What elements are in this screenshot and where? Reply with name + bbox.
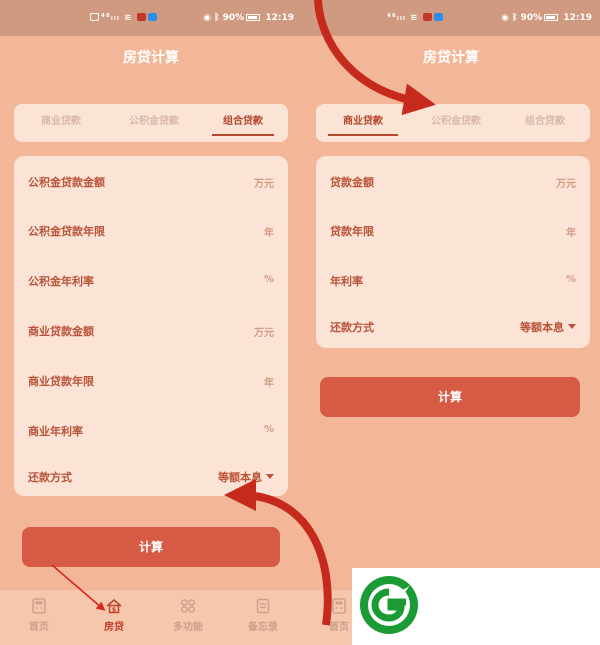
nav-label: 首页 [29,622,49,633]
tab-combined-loan[interactable]: 组合贷款 [510,104,580,142]
nav-item-home[interactable]: 首页 [14,598,64,633]
notes-icon [256,598,270,614]
sim-icon [90,13,99,21]
form-row-commercial-rate[interactable]: 商业年利率 % [14,410,288,450]
calculate-button[interactable]: 计算 [22,527,280,567]
tab-commercial-loan[interactable]: 商业贷款 [22,104,100,142]
form-row-repayment-method[interactable]: 还款方式 等额本息 [14,456,288,496]
svg-text:$: $ [112,607,116,614]
field-unit: 年 [566,228,576,239]
loan-form: 贷款金额 万元 贷款年限 年 年利率 % 还款方式 等额本息 [316,156,590,348]
field-unit: 年 [264,228,274,239]
form-row-repayment-method[interactable]: 还款方式 等额本息 [316,306,590,346]
field-unit: % [263,274,274,285]
status-icons-right: ◉ ᛒ 90% 12:19 [501,13,592,23]
calculator-icon [32,598,46,614]
wifi-icon: ≋ [123,13,133,23]
field-label: 还款方式 [28,471,72,484]
field-label: 贷款金额 [330,176,374,189]
battery-percent: 90% [520,13,543,23]
nav-item-multifunction[interactable]: 多功能 [163,598,213,633]
bluetooth-icon: ᛒ [512,13,518,23]
tab-combined-loan[interactable]: 组合贷款 [208,104,278,142]
status-icons-left: ⁴⁶ᵢₗₗ ≋ [387,13,445,23]
grid-icon [181,599,195,613]
field-label: 商业年利率 [28,425,83,438]
nav-item-mortgage[interactable]: $ 房贷 [89,598,139,633]
field-unit: 年 [264,378,274,389]
chevron-down-icon [266,474,274,479]
house-icon: $ [106,598,122,614]
form-row-fund-rate[interactable]: 公积金年利率 % [14,260,288,300]
watermark-area [352,568,600,645]
repayment-method-select[interactable]: 等额本息 [520,319,576,335]
status-icons-left: ⁴⁶ᵢₗₗ ≋ [90,13,159,23]
chevron-down-icon [568,324,576,329]
form-row-fund-years[interactable]: 公积金贷款年限 年 [14,210,288,250]
nav-label: 多功能 [173,622,203,633]
form-row-commercial-years[interactable]: 商业贷款年限 年 [14,360,288,400]
signal-text: ⁴⁶ᵢₗₗ [101,13,120,23]
select-value: 等额本息 [218,471,262,484]
loan-type-tabs: 商业贷款 公积金贷款 组合贷款 [14,104,288,142]
app-notification-icon [422,13,432,21]
field-unit: % [565,274,576,285]
clock: 12:19 [265,13,294,23]
nav-label: 首页 [329,622,349,633]
nav-item-memo[interactable]: 备忘录 [238,598,288,633]
app-notification-icon [147,13,157,21]
bluetooth-icon: ᛒ [214,13,220,23]
signal-text: ⁴⁶ᵢₗₗ [387,13,406,23]
field-unit: % [263,424,274,435]
nav-label: 备忘录 [248,622,278,633]
field-label: 商业贷款年限 [28,375,94,388]
tab-commercial-loan[interactable]: 商业贷款 [324,104,402,142]
field-unit: 万元 [556,179,576,190]
status-bar: ⁴⁶ᵢₗₗ ≋ ◉ ᛒ 90% 12:19 [302,0,600,36]
calculate-button[interactable]: 计算 [320,377,580,417]
left-phone-screen: ⁴⁶ᵢₗₗ ≋ ◉ ᛒ 90% 12:19 房贷计算 商业贷款 公积金贷款 组合… [0,0,302,645]
bottom-nav: 首页 $ 房贷 多功能 备忘录 [0,590,302,645]
battery-icon [246,14,261,21]
wifi-icon: ≋ [409,13,419,23]
eye-icon: ◉ [203,13,211,23]
clock: 12:19 [563,13,592,23]
field-unit: 万元 [254,179,274,190]
page-title: 房贷计算 [123,50,179,66]
status-icons-right: ◉ ᛒ 90% 12:19 [203,13,294,23]
app-notification-icon [136,13,146,21]
form-row-fund-amount[interactable]: 公积金贷款金额 万元 [14,161,288,201]
green-logo-icon [360,576,418,634]
tab-provident-fund-loan[interactable]: 公积金贷款 [412,104,500,142]
field-label: 公积金贷款金额 [28,176,105,189]
field-label: 年利率 [330,275,363,288]
select-value: 等额本息 [520,321,564,334]
page-title: 房贷计算 [423,50,479,66]
form-row-loan-amount[interactable]: 贷款金额 万元 [316,161,590,201]
app-notification-icon [433,13,443,21]
field-label: 贷款年限 [330,225,374,238]
loan-form: 公积金贷款金额 万元 公积金贷款年限 年 公积金年利率 % 商业贷款金额 万元 … [14,156,288,496]
field-label: 商业贷款金额 [28,325,94,338]
field-label: 公积金贷款年限 [28,225,105,238]
battery-icon [544,14,559,21]
tab-provident-fund-loan[interactable]: 公积金贷款 [110,104,198,142]
status-bar: ⁴⁶ᵢₗₗ ≋ ◉ ᛒ 90% 12:19 [0,0,302,36]
calculator-icon [332,598,346,614]
form-row-loan-years[interactable]: 贷款年限 年 [316,210,590,250]
battery-percent: 90% [222,13,245,23]
repayment-method-select[interactable]: 等额本息 [218,469,274,485]
form-row-commercial-amount[interactable]: 商业贷款金额 万元 [14,310,288,350]
field-unit: 万元 [254,328,274,339]
form-row-annual-rate[interactable]: 年利率 % [316,260,590,300]
field-label: 还款方式 [330,321,374,334]
field-label: 公积金年利率 [28,275,94,288]
right-phone-screen: ⁴⁶ᵢₗₗ ≋ ◉ ᛒ 90% 12:19 房贷计算 商业贷款 公积金贷款 组合… [302,0,600,645]
loan-type-tabs: 商业贷款 公积金贷款 组合贷款 [316,104,590,142]
nav-label: 房贷 [104,622,124,633]
eye-icon: ◉ [501,13,509,23]
